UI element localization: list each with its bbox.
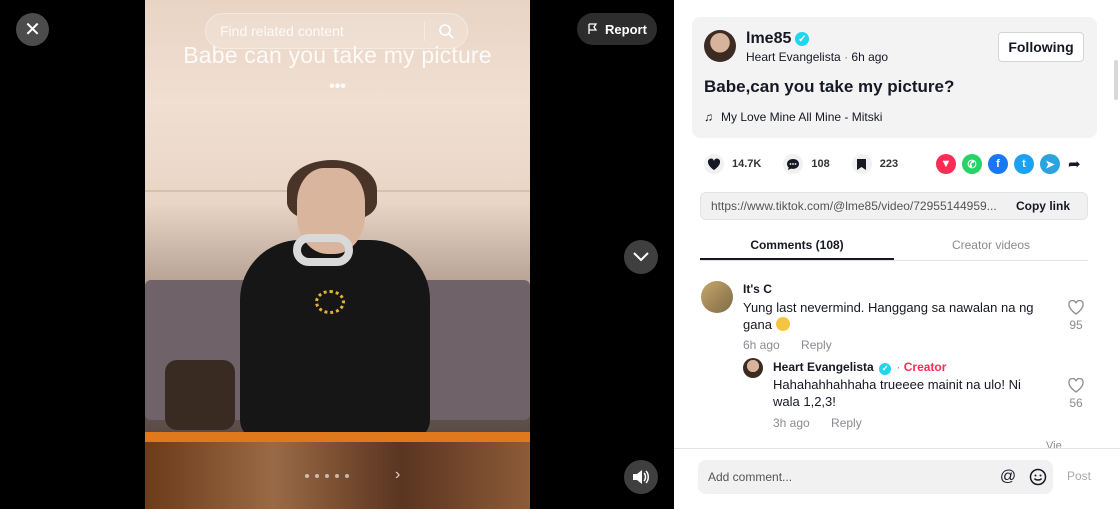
close-button[interactable]: ✕ [16,13,49,46]
comment-like-button[interactable]: 95 [1064,299,1088,332]
video-frame-table [145,432,530,509]
reply-item: Heart Evangelista ✓ · Creator Hahahahhah… [674,358,1120,448]
chevron-down-icon [633,252,649,262]
reply-author[interactable]: Heart Evangelista ✓ · Creator [773,360,946,375]
comment-item: It's C Yung last nevermind. Hanggang sa … [674,268,1120,358]
carousel-next-icon[interactable]: › [395,466,400,484]
like-count: 14.7K [732,158,762,170]
comment-text: Yung last nevermind. Hanggang sa nawalan… [743,299,1053,333]
tab-comments[interactable]: Comments (108) [700,228,894,260]
author-subline: Heart Evangelista · 6h ago [746,50,889,64]
comment-count: 108 [811,158,830,170]
verified-icon: ✓ [879,362,892,375]
author-display-name: Heart Evangelista [746,50,841,64]
emoji-picker-icon[interactable] [1023,462,1053,492]
comment-list: It's C Yung last nevermind. Hanggang sa … [674,268,1120,448]
reply-button[interactable]: Reply [801,338,832,352]
video-frame-headphones [293,234,353,266]
music-title: My Love Mine All Mine - Mitski [721,110,883,124]
whatsapp-icon[interactable]: ✆ [962,154,982,174]
video-overlay-more: ••• [329,78,346,95]
carousel-dots [305,474,349,478]
music-note-icon: ♫ [704,110,713,124]
comment-icon [783,154,804,174]
comment-input[interactable] [698,470,993,484]
report-label: Report [605,21,647,37]
heart-outline-icon [1068,299,1084,315]
close-icon: ✕ [24,19,41,41]
volume-button[interactable] [624,460,658,494]
video-stage: Babe can you take my picture ••• › ✕ Rep… [0,0,674,509]
app-root: Babe can you take my picture ••• › ✕ Rep… [0,0,1120,509]
music-link[interactable]: ♫ My Love Mine All Mine - Mitski [704,110,882,124]
share-icons: ▼ ✆ f t ➤ ➦ [936,154,1081,174]
comment-meta: 6h ago Reply [743,338,832,352]
reply-author-name: Heart Evangelista [773,360,874,374]
comment-like-count: 95 [1069,318,1083,332]
video-frame-bag [165,360,235,430]
post-caption: Babe,can you take my picture? [704,77,955,96]
video-frame-person [240,240,430,440]
creator-badge: Creator [903,360,947,374]
reply-button[interactable]: Reply [831,416,862,430]
comment-time: 6h ago [743,338,780,352]
report-button[interactable]: Report [577,13,657,45]
heart-icon [704,154,724,174]
engagement-stats: 14.7K 108 223 [704,154,920,174]
bookmark-icon [851,154,872,174]
post-time: 6h ago [851,50,889,64]
reply-text: Hahahahhahhaha trueeee mainit na ulo! Ni… [773,377,1021,409]
twitter-icon[interactable]: t [1014,154,1034,174]
emoji-icon [775,317,790,331]
share-link-box: https://www.tiktok.com/@lme85/video/7295… [700,192,1088,220]
share-arrow-icon[interactable]: ➦ [1068,155,1081,173]
next-video-button[interactable] [624,240,658,274]
reply-like-count: 56 [1069,396,1083,410]
view-more-replies[interactable]: Vie [1046,440,1062,448]
panel-scrollbar[interactable] [1114,60,1118,100]
reply-like-button[interactable]: 56 [1064,377,1088,410]
like-button[interactable]: 14.7K [704,154,761,174]
commenter-name[interactable]: It's C [743,282,772,296]
author-username[interactable]: lme85 ✓ [746,30,810,48]
video-url[interactable]: https://www.tiktok.com/@lme85/video/7295… [701,199,999,213]
author-avatar[interactable] [704,30,736,62]
panel-tabs: Comments (108) Creator videos [700,228,1088,261]
reply-meta: 3h ago Reply [773,416,862,430]
following-button[interactable]: Following [998,32,1084,62]
mention-icon[interactable]: @ [993,462,1023,492]
copy-link-button[interactable]: Copy link [999,199,1087,213]
comment-input-wrap: @ [698,460,1053,494]
details-panel: lme85 ✓ Heart Evangelista · 6h ago Follo… [674,0,1120,509]
related-search-bar[interactable] [205,13,468,49]
repost-icon[interactable]: ▼ [936,154,956,174]
save-count: 223 [879,158,899,170]
search-icon[interactable] [425,13,467,49]
related-search-input[interactable] [206,23,424,39]
flag-icon [588,23,598,34]
verified-icon: ✓ [795,32,810,46]
heart-outline-icon [1068,377,1084,393]
comment-button[interactable]: 108 [783,154,830,174]
volume-icon [633,470,649,484]
telegram-icon[interactable]: ➤ [1040,154,1060,174]
comment-composer: @ Post [674,448,1120,509]
facebook-icon[interactable]: f [988,154,1008,174]
video-player[interactable]: Babe can you take my picture ••• › [145,0,530,509]
commenter-avatar[interactable] [701,281,733,313]
video-frame-necklace [315,290,345,314]
author-username-text: lme85 [746,30,792,47]
post-info-card: lme85 ✓ Heart Evangelista · 6h ago Follo… [692,17,1097,138]
post-button[interactable]: Post [1067,469,1091,483]
save-button[interactable]: 223 [851,154,899,174]
reply-time: 3h ago [773,416,810,430]
tab-creator-videos[interactable]: Creator videos [894,228,1088,260]
reply-avatar[interactable] [743,358,763,378]
